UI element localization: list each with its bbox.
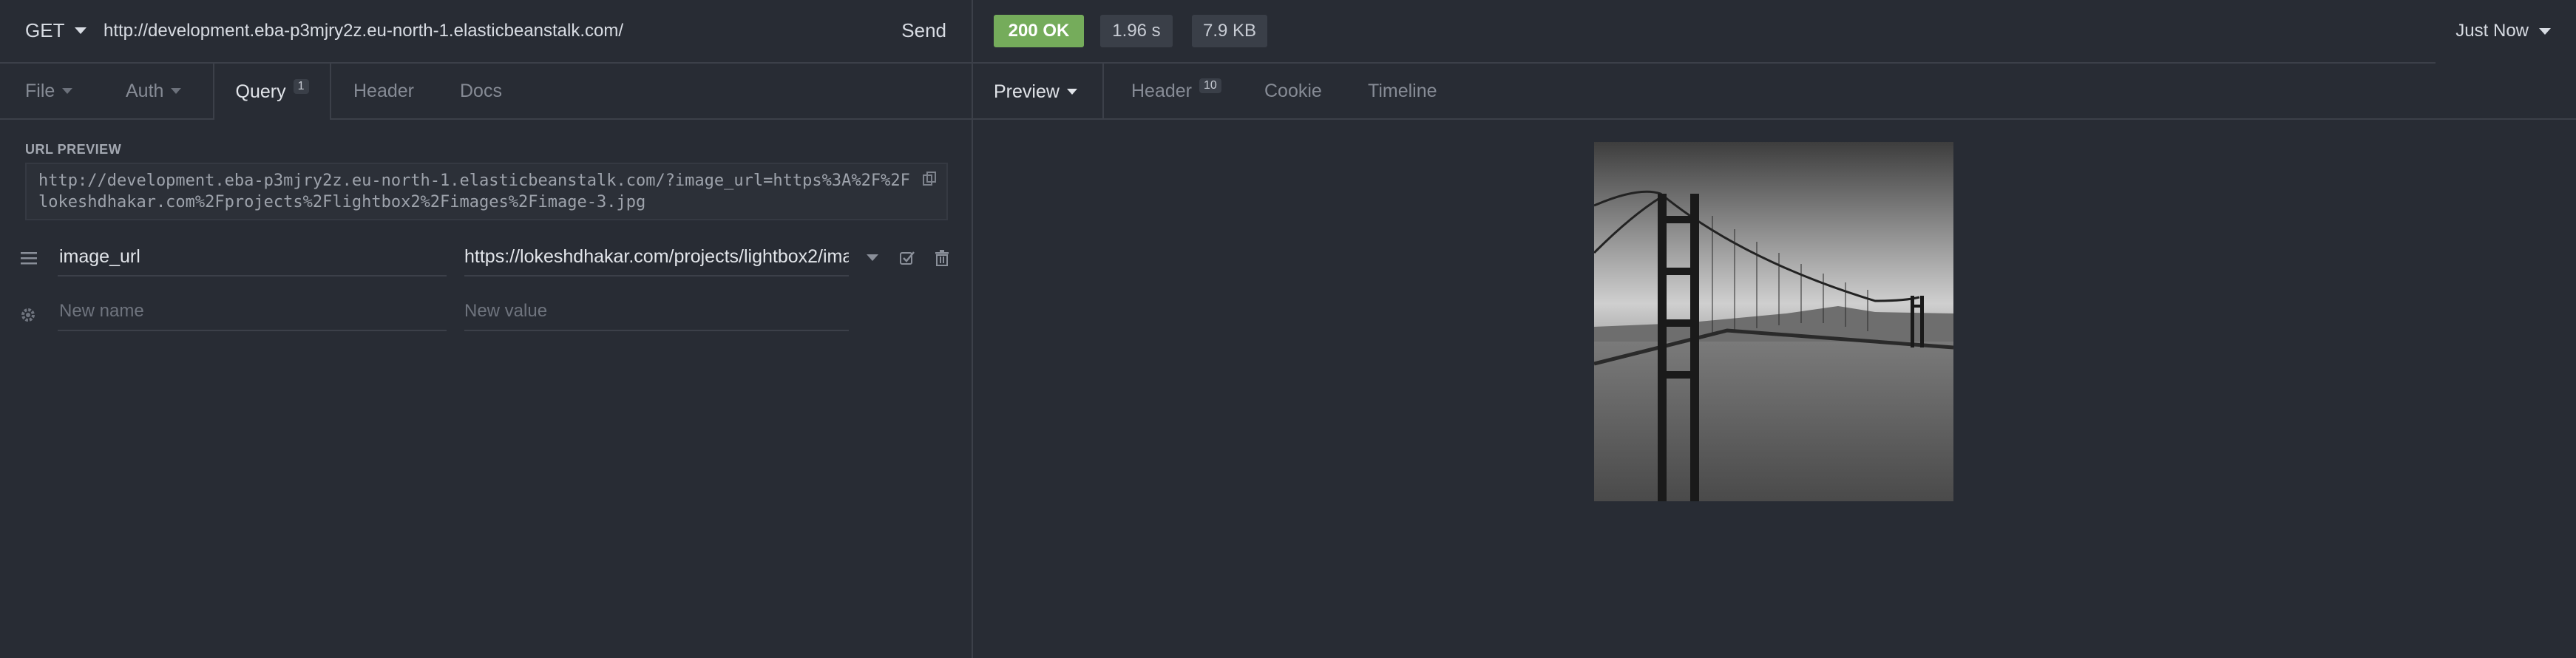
tab-label: Header <box>353 80 414 101</box>
tab-label: Preview <box>994 81 1060 102</box>
tab-timeline[interactable]: Timeline <box>1368 64 1437 118</box>
param-row: image_url https://lokeshdhakar.com/proje… <box>0 238 972 282</box>
url-bar: GET http://development.eba-p3mjry2z.eu-n… <box>0 0 972 64</box>
chevron-down-icon <box>75 27 87 34</box>
chevron-down-icon[interactable] <box>867 254 878 261</box>
new-name-input[interactable]: New name <box>58 293 447 331</box>
time-badge: 1.96 s <box>1100 15 1173 47</box>
preview-image <box>1594 142 1953 501</box>
tab-cookie[interactable]: Cookie <box>1264 64 1322 118</box>
tab-label: Timeline <box>1368 80 1437 101</box>
url-preview-label: URL PREVIEW <box>25 142 122 157</box>
tab-preview[interactable]: Preview <box>973 64 1104 120</box>
method-dropdown[interactable]: GET <box>25 19 87 42</box>
url-preview: http://development.eba-p3mjry2z.eu-north… <box>25 163 948 220</box>
tab-query[interactable]: Query 1 <box>213 64 331 120</box>
response-pane: 200 OK 1.96 s 7.9 KB Just Now Preview He… <box>973 0 2576 658</box>
tab-label: Docs <box>460 80 502 101</box>
size-badge: 7.9 KB <box>1192 15 1267 47</box>
chevron-down-icon <box>171 88 182 94</box>
param-name-input[interactable]: image_url <box>58 238 447 277</box>
chevron-down-icon <box>1066 89 1077 95</box>
tab-response-header[interactable]: Header 10 <box>1131 64 1221 118</box>
tab-auth[interactable]: Auth <box>126 64 182 118</box>
gear-icon <box>21 308 35 322</box>
new-param-row: New name New value <box>0 293 972 337</box>
param-value-input[interactable]: https://lokeshdhakar.com/projects/lightb… <box>464 238 849 277</box>
send-button[interactable]: Send <box>901 19 946 42</box>
tab-file[interactable]: File <box>25 64 73 118</box>
method-label: GET <box>25 19 65 41</box>
tab-header[interactable]: Header <box>353 64 414 118</box>
drag-handle-icon[interactable] <box>21 251 37 265</box>
tab-label: File <box>25 80 55 101</box>
tab-label: Cookie <box>1264 80 1322 101</box>
history-dropdown[interactable]: Just Now <box>2455 21 2551 41</box>
response-tabs: Preview Header 10 Cookie Timeline <box>973 64 2576 120</box>
history-label: Just Now <box>2455 21 2529 41</box>
tab-label: Query <box>235 81 286 102</box>
checkbox-icon[interactable] <box>899 250 915 266</box>
request-tabs: File Auth Query 1 Header Docs <box>0 64 972 120</box>
tab-label: Header <box>1131 80 1192 101</box>
chevron-down-icon <box>62 88 73 94</box>
url-preview-text: http://development.eba-p3mjry2z.eu-north… <box>38 172 910 211</box>
chevron-down-icon <box>2539 27 2551 35</box>
tab-count-badge: 1 <box>293 79 309 94</box>
request-pane: GET http://development.eba-p3mjry2z.eu-n… <box>0 0 973 658</box>
tab-count-badge: 10 <box>1199 78 1221 93</box>
tab-docs[interactable]: Docs <box>460 64 502 118</box>
trash-icon[interactable] <box>935 250 949 266</box>
tab-label: Auth <box>126 80 164 101</box>
response-status-bar: 200 OK 1.96 s 7.9 KB <box>973 0 2436 64</box>
new-value-input[interactable]: New value <box>464 293 849 331</box>
url-input[interactable]: http://development.eba-p3mjry2z.eu-north… <box>104 21 623 41</box>
copy-icon[interactable] <box>923 172 936 186</box>
status-badge: 200 OK <box>994 15 1084 47</box>
